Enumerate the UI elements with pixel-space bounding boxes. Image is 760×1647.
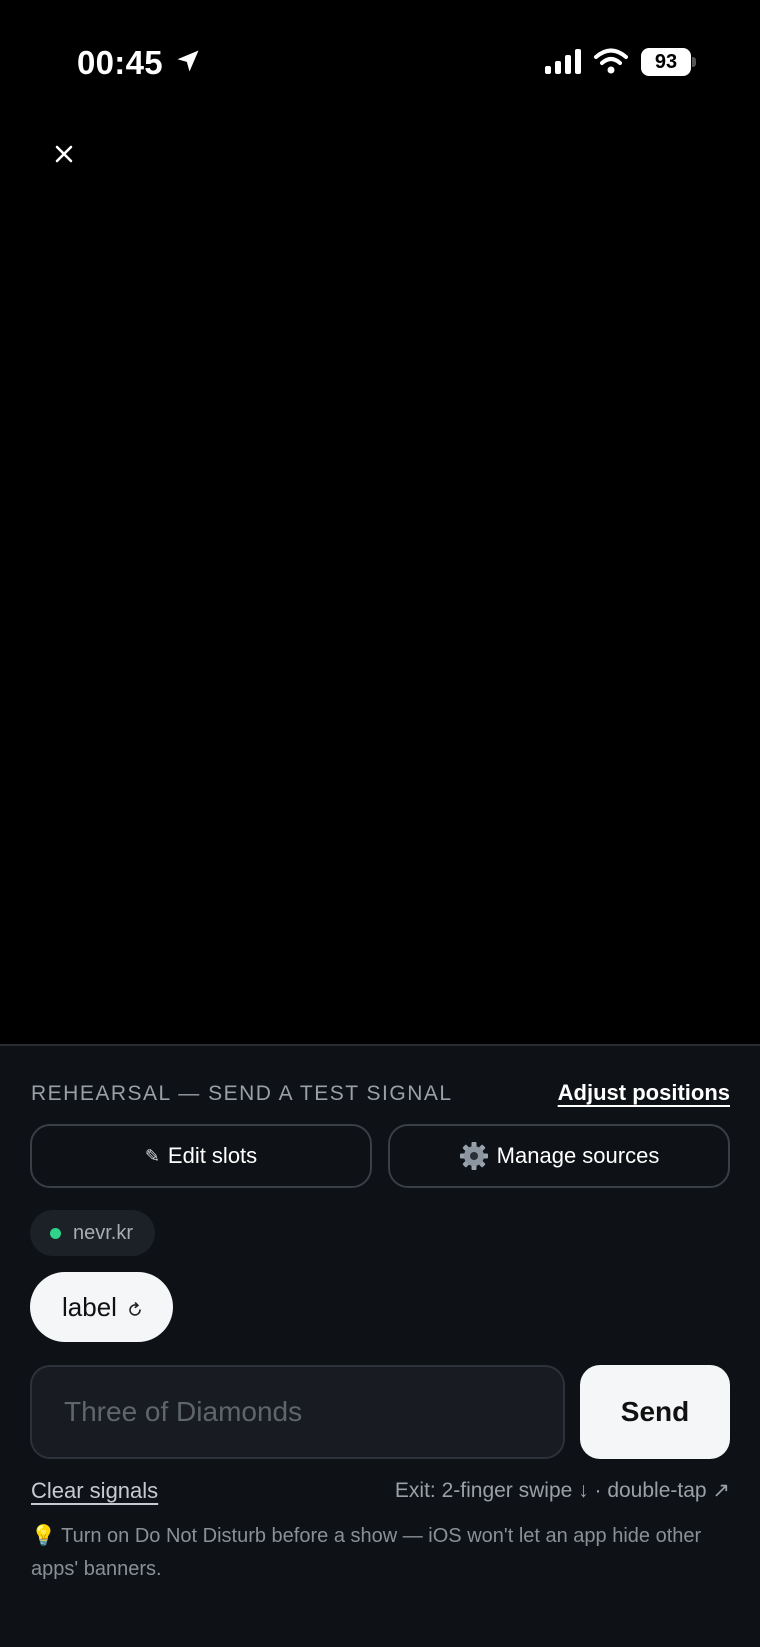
close-button[interactable] — [46, 136, 82, 172]
source-chip[interactable]: nevr.kr — [30, 1210, 156, 1256]
panel-heading: REHEARSAL — SEND A TEST SIGNAL — [31, 1082, 453, 1105]
wifi-icon — [594, 48, 628, 74]
send-button[interactable]: Send — [580, 1365, 730, 1459]
close-icon — [55, 145, 73, 163]
pencil-icon: ✎ — [144, 1145, 160, 1166]
screen: 00:45 93 REHEARSAL — SEND A TEST SIGNAL … — [0, 0, 760, 1647]
status-time: 00:45 — [77, 44, 163, 81]
gear-icon — [459, 1142, 488, 1170]
manage-sources-label: Manage sources — [496, 1143, 660, 1168]
location-arrow-icon — [177, 50, 199, 72]
adjust-positions-link[interactable]: Adjust positions — [558, 1080, 730, 1106]
status-bar: 00:45 93 — [0, 0, 760, 124]
edit-slots-button[interactable]: ✎ Edit slots — [30, 1124, 372, 1188]
cellular-signal-icon — [545, 49, 581, 74]
signal-input[interactable] — [30, 1365, 565, 1459]
exit-hint: Exit: 2-finger swipe ↓ · double-tap ↗ — [394, 1479, 730, 1502]
dnd-tip: 💡 Turn on Do Not Disturb before a show —… — [31, 1525, 702, 1580]
edit-slots-label: Edit slots — [167, 1143, 258, 1168]
label-chip[interactable]: label — [30, 1272, 173, 1342]
source-chip-label: nevr.kr — [73, 1221, 134, 1244]
battery-icon: 93 — [641, 48, 691, 76]
battery-nub — [692, 57, 696, 67]
rehearsal-panel: REHEARSAL — SEND A TEST SIGNAL Adjust po… — [0, 1044, 760, 1647]
manage-sources-button[interactable]: Manage sources — [388, 1124, 730, 1188]
status-dot — [50, 1227, 61, 1239]
refresh-icon — [129, 1302, 141, 1316]
clear-signals-link[interactable]: Clear signals — [31, 1478, 158, 1504]
label-chip-text: label — [62, 1291, 117, 1322]
